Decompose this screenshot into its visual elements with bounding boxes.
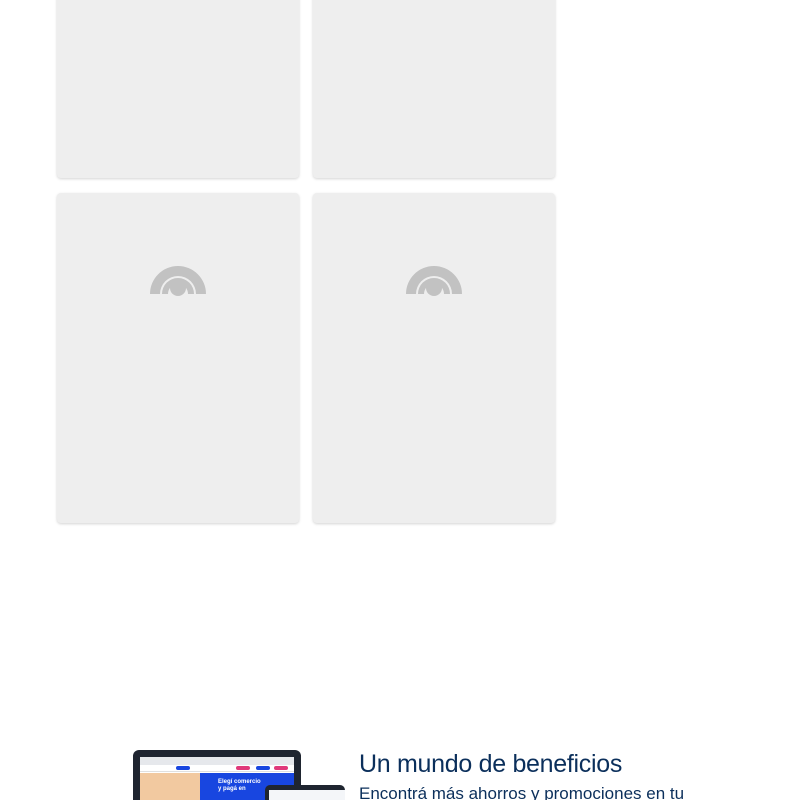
loading-card[interactable] xyxy=(313,193,555,523)
hero-text: Elegí comercio y pagá en xyxy=(218,779,261,793)
site-nav xyxy=(140,765,294,772)
promo-title: Un mundo de beneficios xyxy=(359,750,623,778)
placeholder-card[interactable] xyxy=(57,0,299,178)
hero-text-line: Elegí comercio xyxy=(218,779,261,785)
promo-section: Elegí comercio y pagá en Un mundo de ben… xyxy=(0,740,800,800)
tablet-screen xyxy=(269,790,345,800)
page: Elegí comercio y pagá en Un mundo de ben… xyxy=(0,0,800,800)
hero-text-line: y pagá en xyxy=(218,786,246,792)
hero-photo xyxy=(140,773,200,800)
nav-pill xyxy=(236,766,250,770)
nav-pill xyxy=(274,766,288,770)
nav-pill xyxy=(176,766,190,770)
loading-wifi-icon xyxy=(150,266,206,296)
loading-card[interactable] xyxy=(57,193,299,523)
placeholder-card[interactable] xyxy=(313,0,555,178)
browser-bar xyxy=(140,757,294,765)
loading-wifi-icon xyxy=(406,266,462,296)
promo-subtitle: Encontrá más ahorros y promociones en tu xyxy=(359,784,685,800)
tablet-mockup-image xyxy=(265,785,345,800)
nav-pill xyxy=(256,766,270,770)
